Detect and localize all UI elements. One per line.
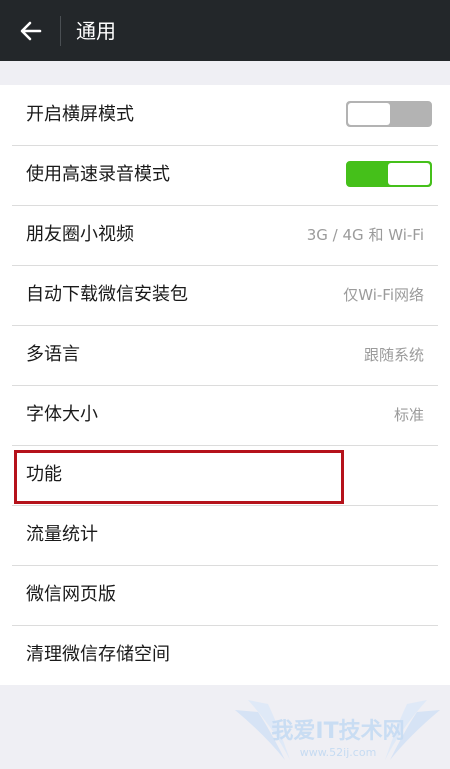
arrow-left-icon (20, 21, 42, 41)
toggle-knob (348, 103, 390, 125)
setting-clear-storage[interactable]: 清理微信存储空间 (0, 625, 450, 685)
setting-font-size[interactable]: 字体大小 标准 (0, 385, 450, 445)
setting-high-speed-recording[interactable]: 使用高速录音模式 (0, 145, 450, 205)
setting-label: 清理微信存储空间 (26, 644, 170, 665)
setting-label: 流量统计 (26, 524, 98, 545)
setting-landscape-mode[interactable]: 开启横屏模式 (0, 85, 450, 145)
landscape-mode-toggle[interactable] (346, 101, 432, 127)
header-divider (60, 16, 61, 46)
setting-label: 开启横屏模式 (26, 104, 134, 125)
page-title: 通用 (76, 19, 116, 43)
setting-moments-video[interactable]: 朋友圈小视频 3G / 4G 和 Wi-Fi (0, 205, 450, 265)
setting-value: 标准 (393, 406, 424, 424)
back-button[interactable] (14, 14, 48, 48)
watermark-logo: 我爱IT技术网 www.52ij.com (235, 700, 440, 760)
setting-label: 字体大小 (26, 404, 98, 425)
setting-label: 自动下载微信安装包 (26, 284, 188, 305)
setting-value: 3G / 4G 和 Wi-Fi (306, 226, 424, 244)
setting-label: 使用高速录音模式 (26, 164, 170, 185)
svg-text:www.52ij.com: www.52ij.com (300, 746, 377, 759)
toggle-knob (388, 163, 430, 185)
highlight-annotation-box (14, 450, 344, 504)
setting-value: 跟随系统 (363, 346, 424, 364)
setting-language[interactable]: 多语言 跟随系统 (0, 325, 450, 385)
setting-web-wechat[interactable]: 微信网页版 (0, 565, 450, 625)
high-speed-recording-toggle[interactable] (346, 161, 432, 187)
setting-data-usage[interactable]: 流量统计 (0, 505, 450, 565)
setting-value: 仅Wi-Fi网络 (343, 286, 424, 304)
setting-auto-download[interactable]: 自动下载微信安装包 仅Wi-Fi网络 (0, 265, 450, 325)
settings-list: 开启横屏模式 使用高速录音模式 朋友圈小视频 3G / 4G 和 Wi-Fi 自… (0, 85, 450, 685)
setting-label: 微信网页版 (26, 584, 116, 605)
svg-text:我爱IT技术网: 我爱IT技术网 (271, 719, 404, 744)
setting-label: 朋友圈小视频 (26, 224, 134, 245)
setting-label: 多语言 (26, 344, 80, 365)
top-bar: 通用 (0, 0, 450, 61)
